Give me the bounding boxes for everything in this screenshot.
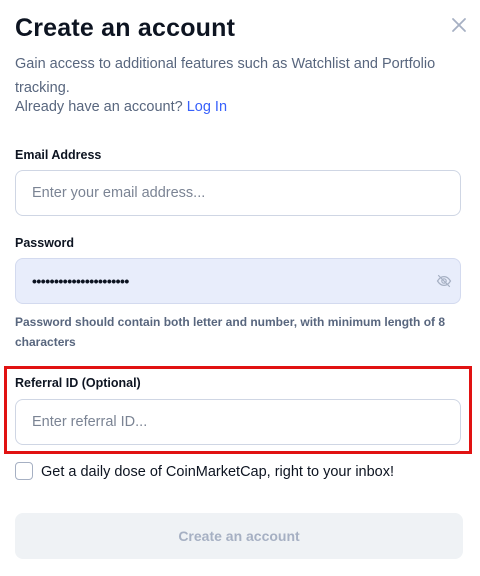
email-field[interactable] xyxy=(32,171,432,215)
login-prompt-text: Already have an account? xyxy=(15,99,183,115)
newsletter-label: Get a daily dose of CoinMarketCap, right… xyxy=(41,464,395,480)
modal-subtitle: Gain access to additional features such … xyxy=(15,56,436,96)
password-label: Password xyxy=(15,236,75,250)
login-link[interactable]: Log In xyxy=(187,99,227,115)
password-hint: Password should contain both letter and … xyxy=(15,315,446,349)
eye-off-icon[interactable] xyxy=(436,273,452,289)
referral-field[interactable] xyxy=(32,400,432,444)
newsletter-checkbox[interactable] xyxy=(15,462,33,480)
close-icon[interactable] xyxy=(448,14,470,36)
login-prompt-line: Already have an account? Log In xyxy=(15,95,227,119)
create-account-button[interactable]: Create an account xyxy=(15,513,463,559)
referral-label: Referral ID (Optional) xyxy=(15,376,141,390)
password-field-box[interactable]: •••••••••••••••••••••• xyxy=(15,258,461,304)
email-field-box xyxy=(15,170,461,216)
password-field[interactable]: •••••••••••••••••••••• xyxy=(32,259,129,303)
email-label: Email Address xyxy=(15,148,102,162)
signup-modal: Create an account Gain access to additio… xyxy=(0,0,480,576)
referral-field-box xyxy=(15,399,461,445)
modal-title: Create an account xyxy=(15,14,236,42)
